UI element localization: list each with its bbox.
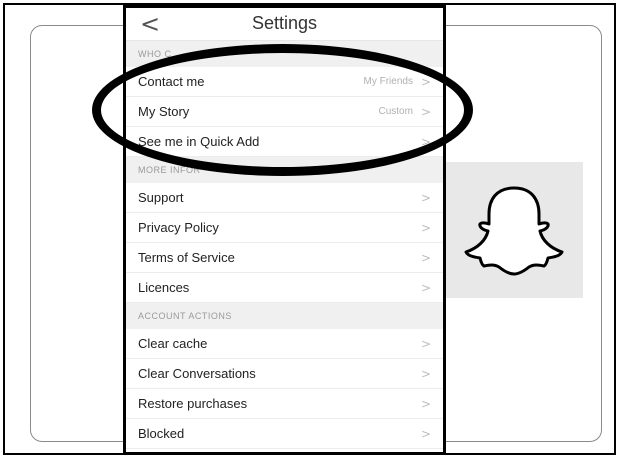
chevron-right-icon: > [420, 280, 431, 295]
settings-row-label: Licences [138, 280, 190, 295]
chevron-right-icon: > [420, 426, 431, 441]
settings-row-label: My Story [138, 104, 190, 119]
settings-row[interactable]: Support > [126, 183, 443, 213]
chevron-right-icon: > [420, 336, 431, 351]
chevron-right-icon: > [420, 104, 431, 119]
settings-row-label: Contact me [138, 74, 205, 89]
chevron-right-icon: > [420, 74, 431, 89]
settings-row-label: Clear cache [138, 336, 208, 351]
settings-row-label: Terms of Service [138, 250, 235, 265]
settings-header: < Settings [126, 8, 443, 41]
settings-row[interactable]: Blocked > [126, 419, 443, 449]
section-heading: ACCOUNT ACTIONS [126, 303, 443, 329]
settings-row[interactable]: Clear Conversations > [126, 359, 443, 389]
chevron-right-icon: > [420, 190, 431, 205]
settings-row[interactable]: See me in Quick Add > [126, 127, 443, 157]
settings-row-label: Blocked [138, 426, 185, 441]
settings-screen: < Settings WHO C Contact me My Friends > My … [123, 5, 446, 455]
snapchat-ghost-icon [464, 186, 564, 276]
settings-row[interactable]: Privacy Policy > [126, 213, 443, 243]
settings-row[interactable]: Clear cache > [126, 329, 443, 359]
page-title: Settings [251, 13, 318, 33]
chevron-right-icon: > [420, 366, 431, 381]
chevron-right-icon: > [420, 250, 431, 265]
settings-row[interactable]: Terms of Service > [126, 243, 443, 273]
settings-row[interactable]: Contact me My Friends > [126, 67, 443, 97]
snapchat-logo-tile [444, 162, 583, 298]
section-heading: WHO C [126, 41, 443, 67]
settings-row[interactable]: Licences > [126, 273, 443, 303]
chevron-right-icon: > [420, 220, 431, 235]
chevron-right-icon: > [420, 396, 431, 411]
chevron-right-icon: > [420, 134, 431, 149]
settings-row-label: Restore purchases [138, 396, 248, 411]
settings-row-label: Clear Conversations [138, 366, 256, 381]
section-heading: MORE INFOR [126, 157, 443, 183]
settings-row-value: Custom [378, 106, 413, 117]
settings-row-value: My Friends [363, 76, 413, 87]
settings-row-label: See me in Quick Add [138, 134, 260, 149]
settings-row-label: Privacy Policy [138, 220, 219, 235]
settings-row-label: Support [138, 190, 184, 205]
settings-row[interactable]: Restore purchases > [126, 389, 443, 419]
settings-row[interactable]: My Story Custom > [126, 97, 443, 127]
settings-list: WHO C Contact me My Friends > My Story Custom… [126, 41, 443, 449]
